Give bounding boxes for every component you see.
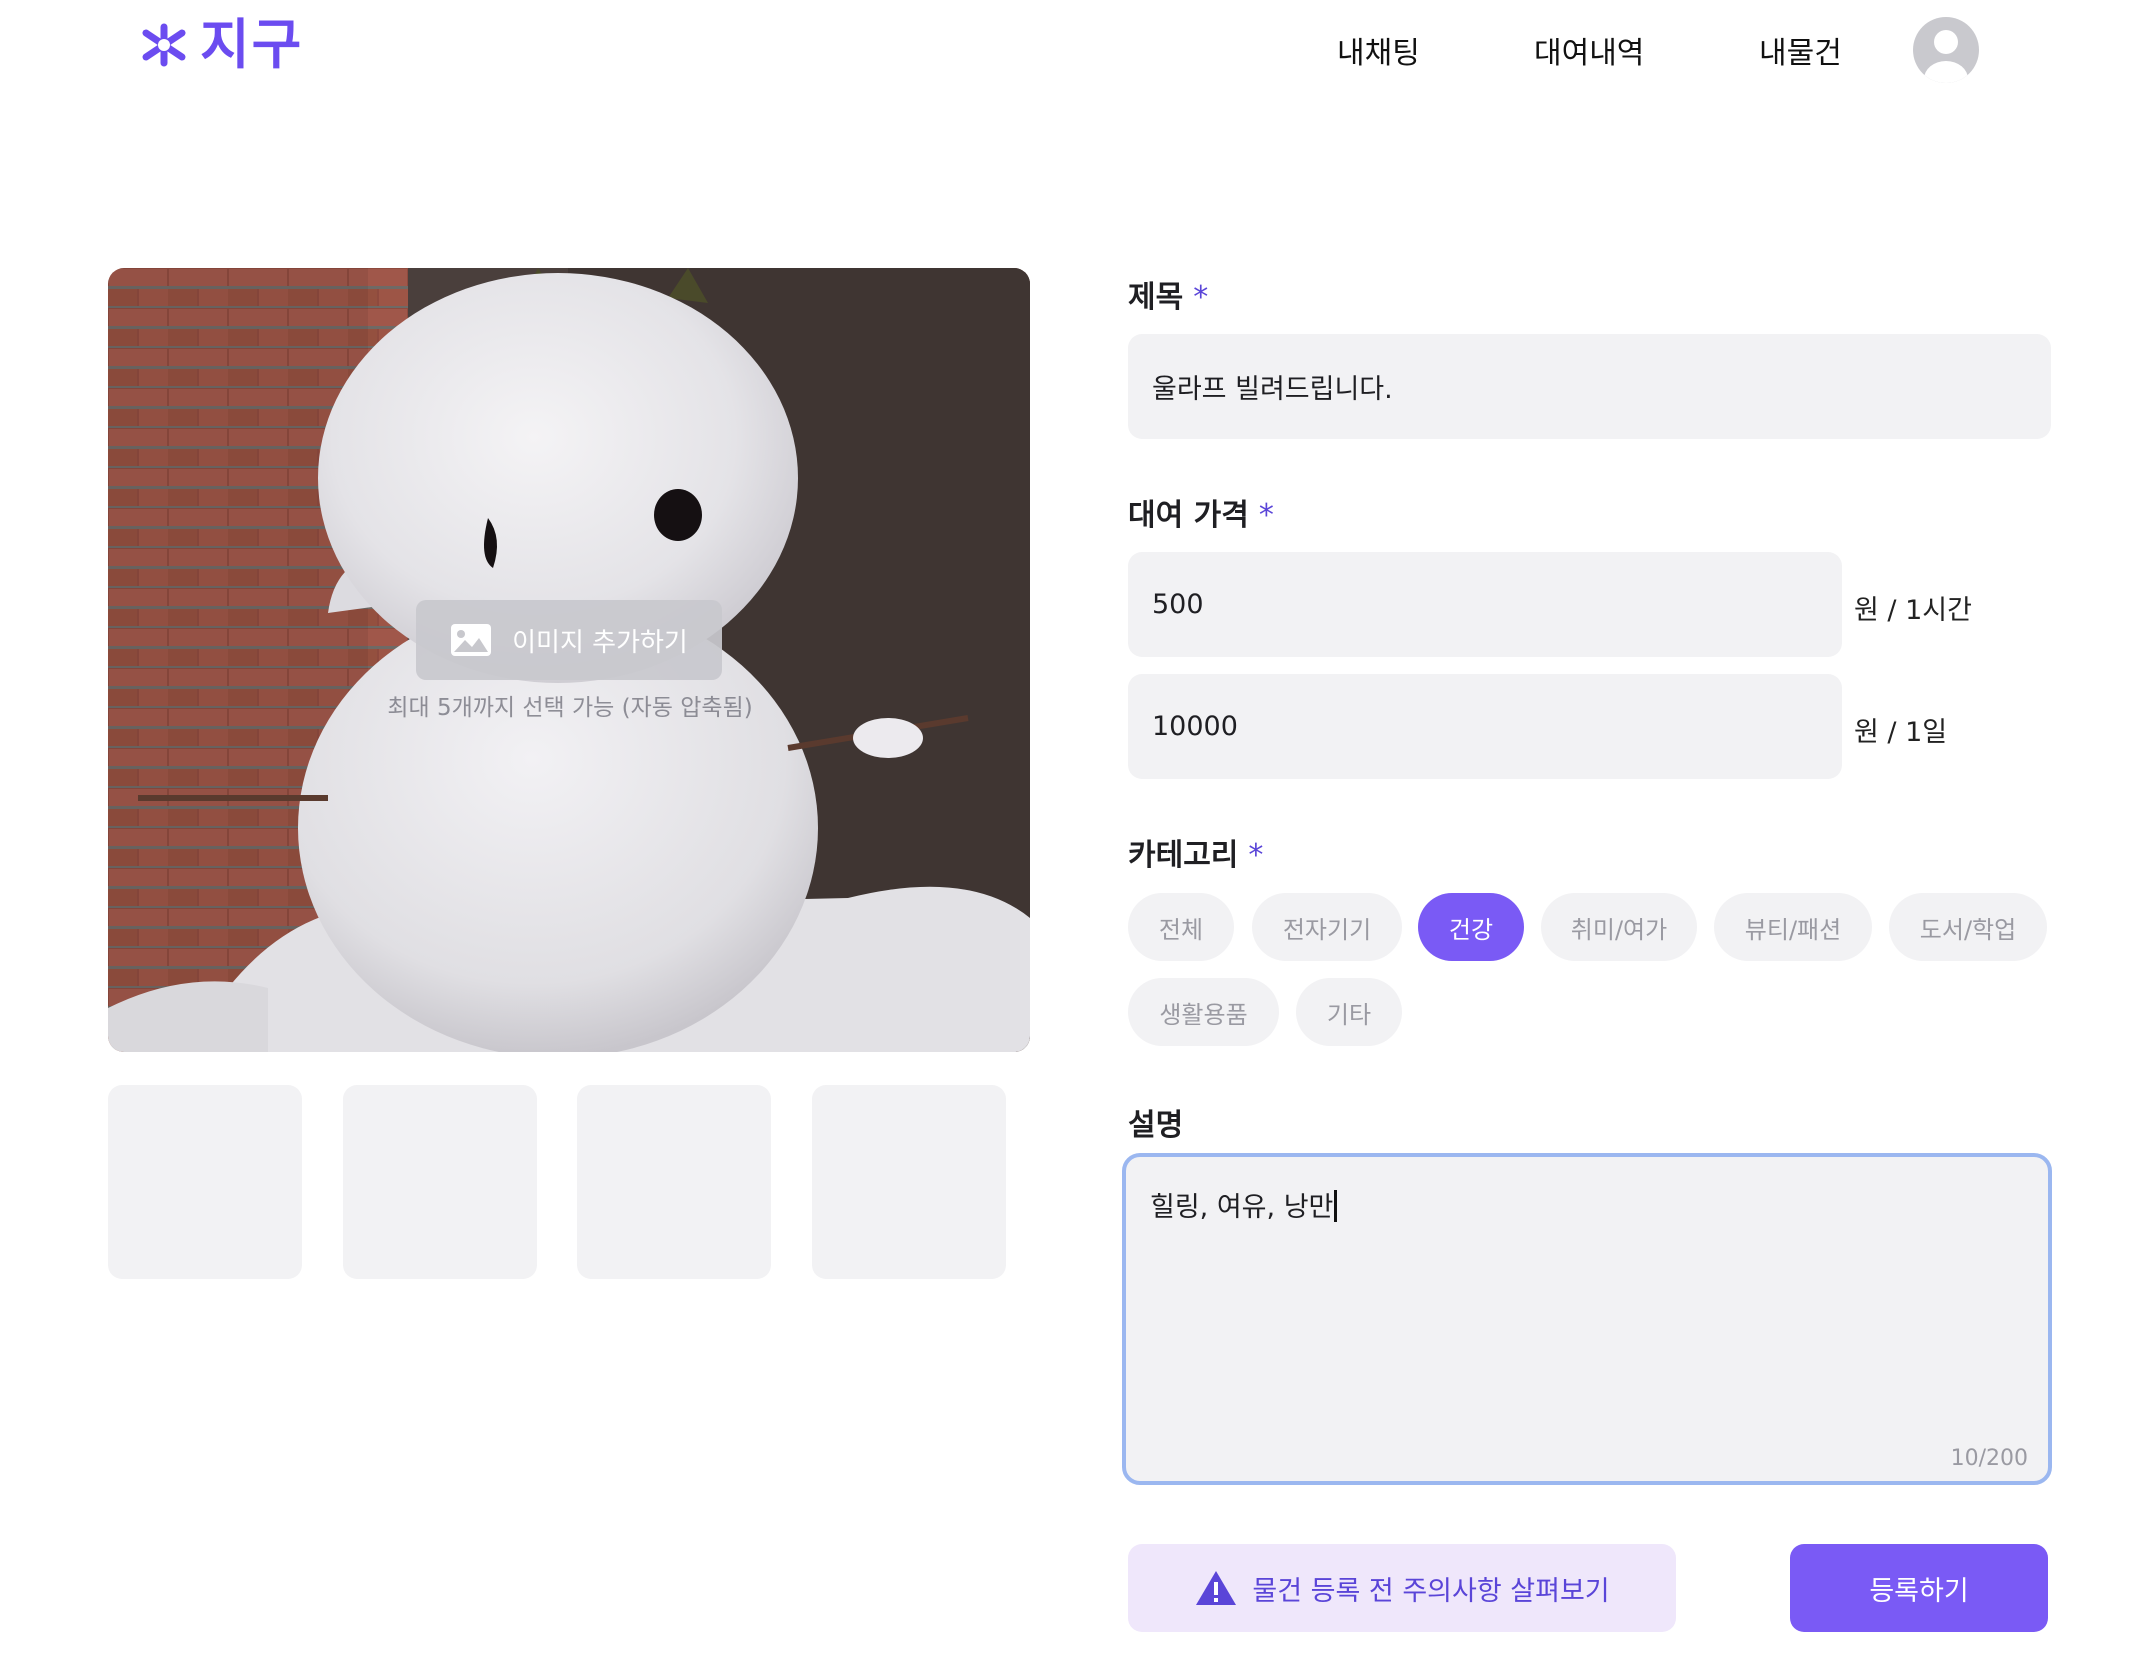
price-label: 대여 가격 * [1128, 498, 1274, 533]
category-chip-hobby[interactable]: 취미/여가 [1541, 893, 1697, 961]
daily-price-unit: 원 / 1일 [1854, 717, 1948, 748]
text-caret [1334, 1190, 1338, 1222]
hourly-price-unit: 원 / 1시간 [1854, 595, 1972, 626]
registration-notice-label: 물건 등록 전 주의사항 살펴보기 [1252, 1575, 1610, 1607]
daily-price-input[interactable] [1128, 674, 1842, 779]
category-chip-household[interactable]: 생활용품 [1128, 978, 1279, 1046]
description-label: 설명 [1128, 1108, 1184, 1143]
top-header: 지구 내채팅 대여내역 내물건 [0, 0, 2150, 100]
category-chip-health[interactable]: 건강 [1418, 893, 1524, 961]
title-label: 제목 * [1128, 280, 1209, 315]
image-icon [451, 624, 492, 656]
nav-my-items[interactable]: 내물건 [1759, 28, 1842, 72]
add-image-button[interactable]: 이미지 추가하기 [416, 600, 722, 680]
category-label: 카테고리 * [1128, 838, 1264, 873]
category-chip-electronics[interactable]: 전자기기 [1252, 893, 1402, 961]
register-button[interactable]: 등록하기 [1790, 1544, 2048, 1632]
category-chip-all[interactable]: 전체 [1128, 893, 1234, 961]
hourly-price-input[interactable] [1128, 552, 1842, 657]
user-icon [1924, 30, 1968, 83]
required-mark: * [1193, 280, 1209, 315]
logo-text: 지구 [200, 13, 304, 76]
registration-notice-button[interactable]: 물건 등록 전 주의사항 살펴보기 [1128, 1544, 1676, 1632]
image-thumbnail-slot[interactable] [343, 1085, 537, 1279]
category-chip-books[interactable]: 도서/학업 [1889, 893, 2047, 961]
logo[interactable]: 지구 [138, 18, 303, 72]
title-input[interactable] [1128, 334, 2051, 439]
image-upload-hint: 최대 5개까지 선택 가능 (자동 압축됨) [387, 695, 753, 721]
image-thumbnail-slot[interactable] [812, 1085, 1006, 1279]
image-thumbnail-slot[interactable] [108, 1085, 302, 1279]
category-chip-beauty[interactable]: 뷰티/패션 [1714, 893, 1872, 961]
character-counter: 10/200 [1950, 1446, 2028, 1471]
avatar[interactable] [1913, 17, 1979, 83]
logo-asterisk-icon [142, 23, 186, 67]
add-image-label: 이미지 추가하기 [512, 627, 688, 658]
warning-icon [1196, 1571, 1237, 1605]
description-text: 힐링, 여유, 낭만 [1150, 1192, 1334, 1223]
description-textarea[interactable]: 힐링, 여유, 낭만 10/200 [1122, 1153, 2052, 1485]
required-mark: * [1258, 498, 1274, 533]
required-mark: * [1248, 838, 1264, 873]
nav-rental-history[interactable]: 대여내역 [1534, 28, 1644, 72]
nav-my-chat[interactable]: 내채팅 [1337, 28, 1420, 72]
image-thumbnail-slot[interactable] [577, 1085, 771, 1279]
category-chip-etc[interactable]: 기타 [1296, 978, 1402, 1046]
